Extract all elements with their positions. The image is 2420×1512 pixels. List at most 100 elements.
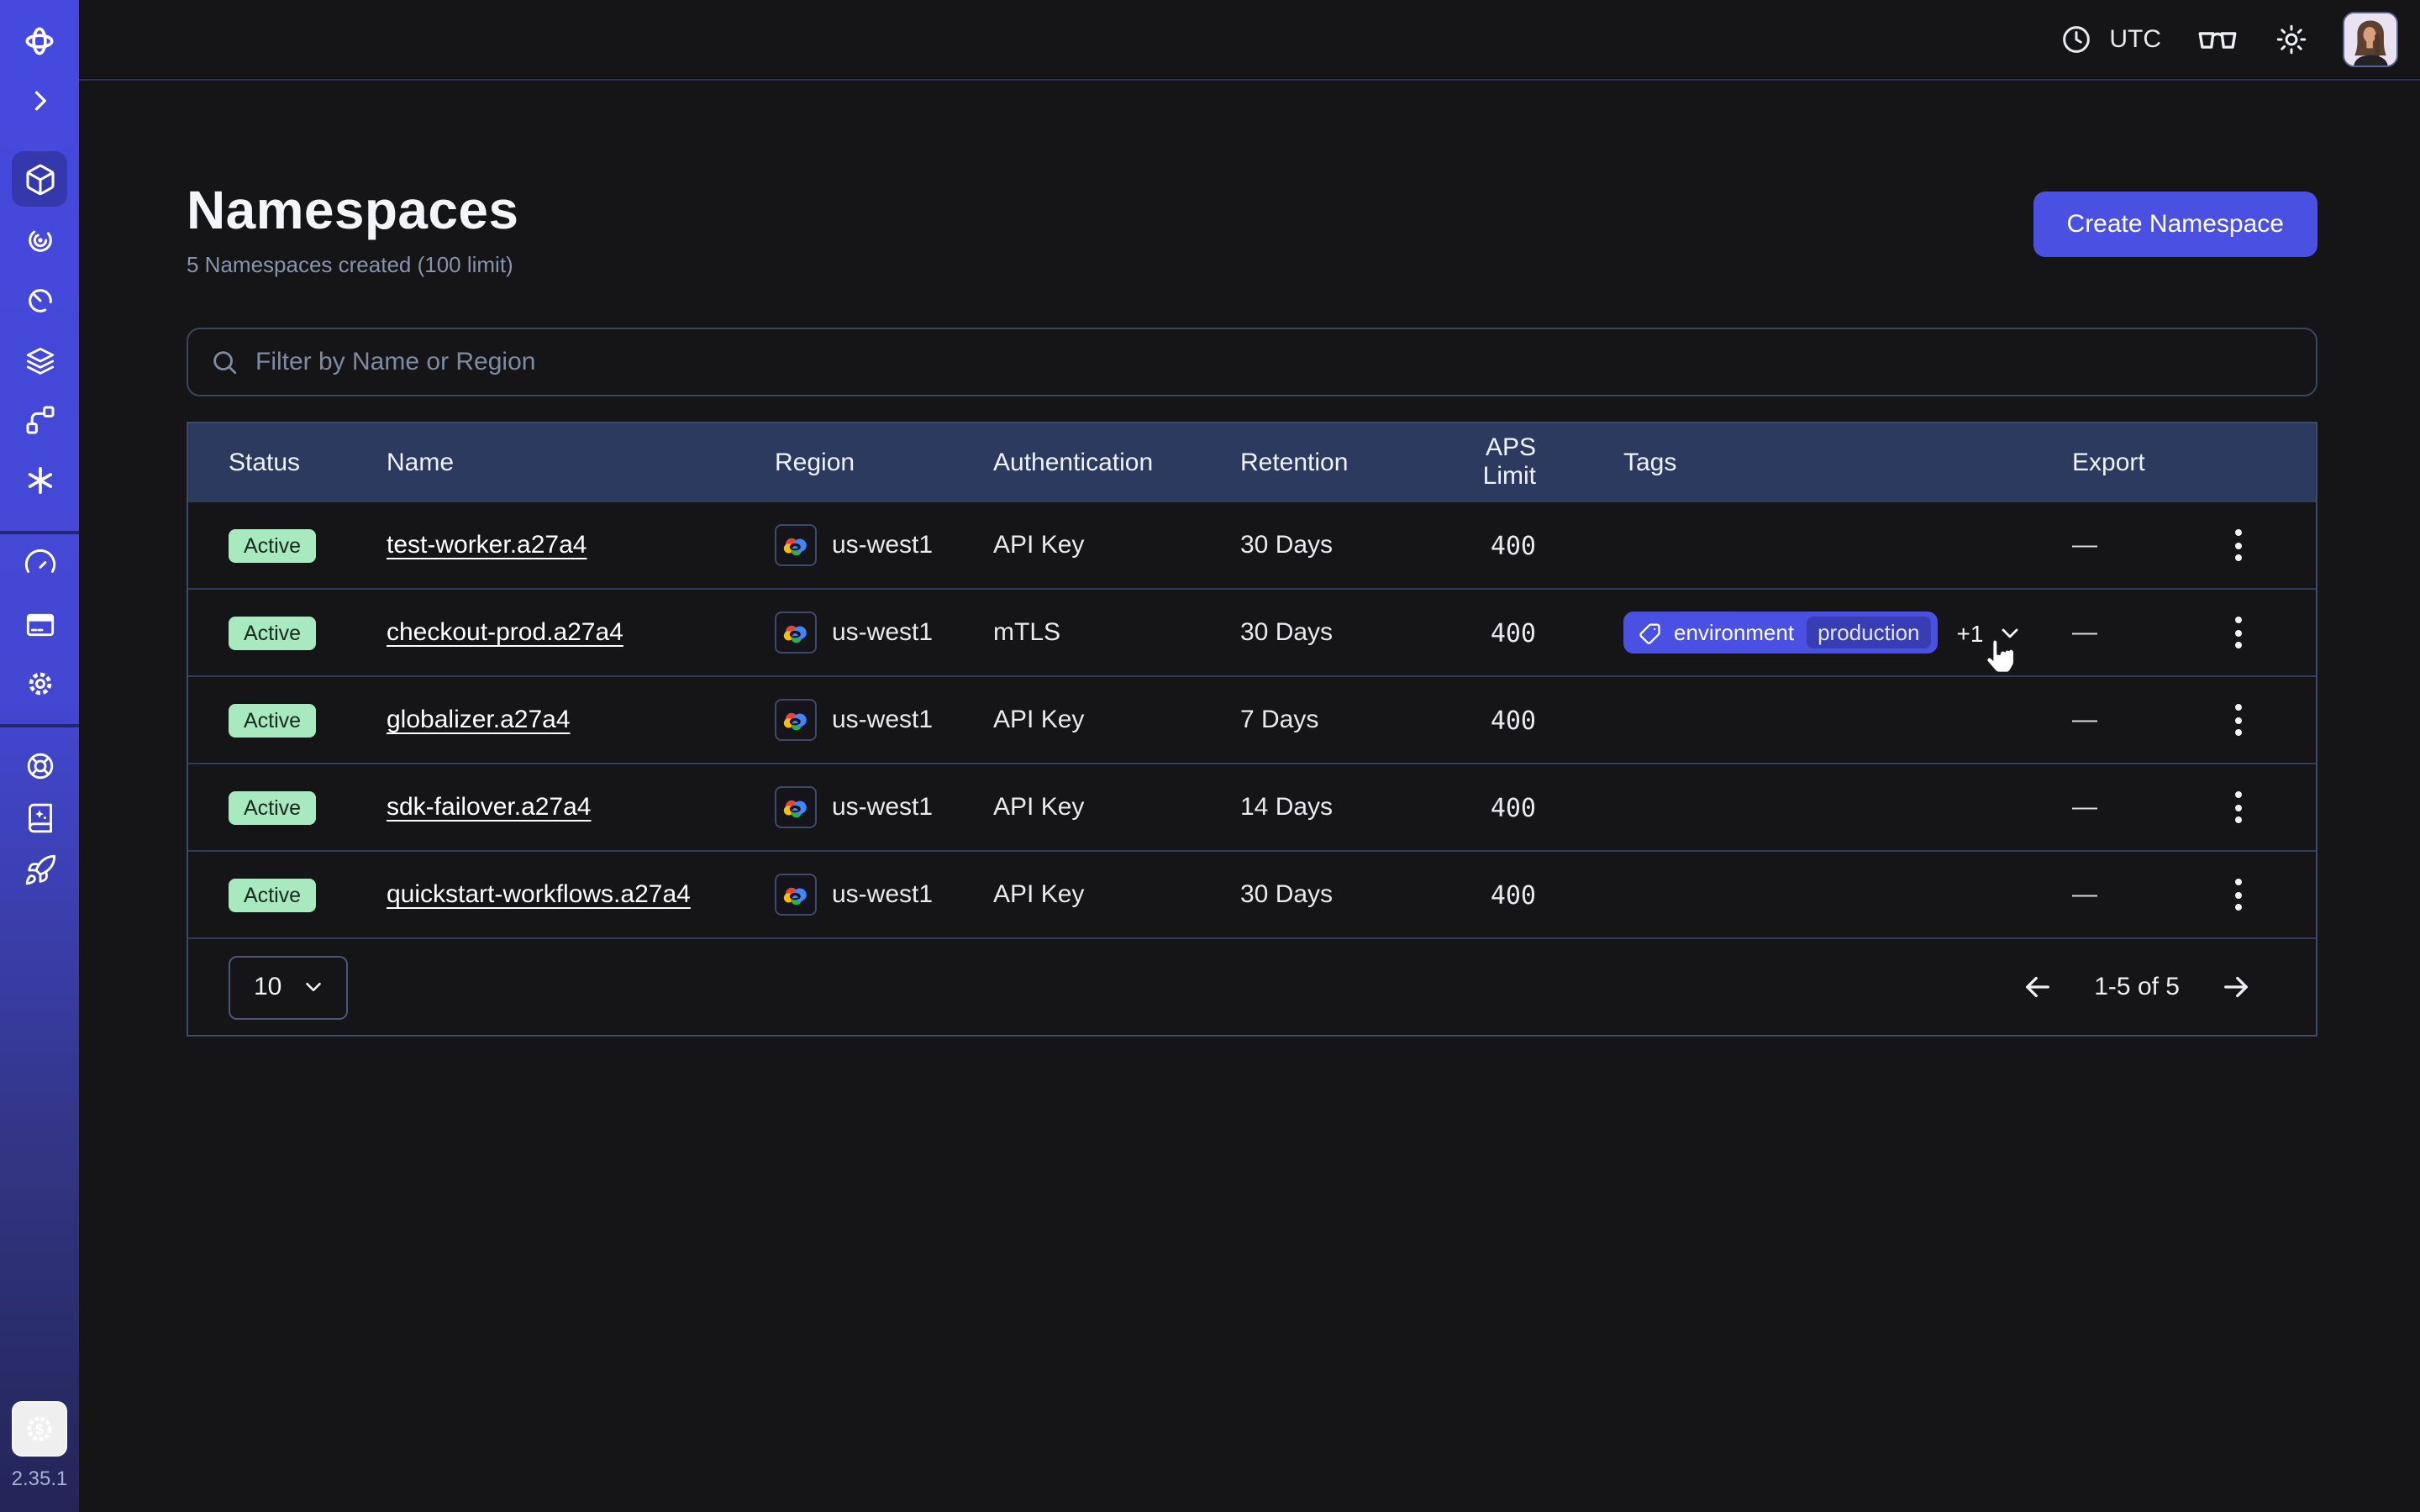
table-row[interactable]: Active checkout-prod.a27a4 us-west1 mTLS… xyxy=(188,588,2316,675)
theme-toggle-button[interactable] xyxy=(2274,22,2309,57)
status-cell: Active xyxy=(229,616,387,649)
aps-limit-cell: 400 xyxy=(1434,617,1623,648)
table-row[interactable]: Active test-worker.a27a4 us-west1 API Ke… xyxy=(188,501,2316,588)
table-row[interactable]: Active globalizer.a27a4 us-west1 API Key… xyxy=(188,675,2316,763)
avatar-image xyxy=(2344,13,2396,66)
sidebar-item-namespaces[interactable] xyxy=(12,151,67,207)
create-namespace-button[interactable]: Create Namespace xyxy=(2033,192,2317,257)
sun-icon xyxy=(2274,22,2309,57)
kebab-menu-button[interactable] xyxy=(2198,697,2279,743)
region-label: us-west1 xyxy=(832,706,933,734)
name-cell: test-worker.a27a4 xyxy=(387,531,775,559)
sidebar-item-monitors[interactable] xyxy=(21,222,58,259)
sidebar-item-schedules[interactable] xyxy=(21,282,58,319)
kebab-menu-button[interactable] xyxy=(2198,522,2279,568)
sidebar-item-batch[interactable] xyxy=(21,402,58,438)
sidebar-item-nexus[interactable] xyxy=(21,462,58,499)
retention-cell: 30 Days xyxy=(1240,531,1434,559)
status-cell: Active xyxy=(229,790,387,824)
usage-gauge-icon xyxy=(23,548,56,581)
filter-input[interactable] xyxy=(255,348,2294,376)
col-retention: Retention xyxy=(1240,448,1434,476)
prev-page-button[interactable] xyxy=(2020,969,2055,1005)
google-cloud-icon xyxy=(775,524,817,566)
region-label: us-west1 xyxy=(832,880,933,909)
sidebar-item-getting-started[interactable] xyxy=(21,852,58,889)
sidebar-item-billing[interactable] xyxy=(21,606,58,643)
name-cell: checkout-prod.a27a4 xyxy=(387,618,775,647)
actions-cell xyxy=(2198,697,2279,743)
kebab-menu-button[interactable] xyxy=(2198,785,2279,830)
tag-icon xyxy=(1639,621,1662,644)
table-row[interactable]: Active sdk-failover.a27a4 us-west1 API K… xyxy=(188,763,2316,850)
auth-cell: API Key xyxy=(993,531,1240,559)
tag-pill[interactable]: environment production xyxy=(1623,612,1939,654)
chevron-down-icon xyxy=(301,974,326,1000)
kebab-menu-button[interactable] xyxy=(2198,610,2279,655)
user-avatar[interactable] xyxy=(2343,12,2398,67)
pagination-range: 1-5 of 5 xyxy=(2094,973,2180,1001)
col-authentication: Authentication xyxy=(993,448,1240,476)
export-cell: — xyxy=(2072,793,2198,822)
google-cloud-icon xyxy=(775,874,817,916)
tag-key: environment xyxy=(1674,620,1794,645)
status-cell: Active xyxy=(229,703,387,737)
dollar-badge-icon: $ xyxy=(22,1411,57,1446)
namespace-link[interactable]: sdk-failover.a27a4 xyxy=(387,793,592,822)
actions-cell xyxy=(2198,785,2279,830)
google-cloud-icon xyxy=(775,699,817,741)
page-header: Namespaces 5 Namespaces created (100 lim… xyxy=(187,180,2317,277)
aps-limit-cell: 400 xyxy=(1434,705,1623,735)
expand-chevron-icon[interactable] xyxy=(21,82,58,119)
accessibility-glasses-button[interactable] xyxy=(2195,25,2240,54)
retention-cell: 30 Days xyxy=(1240,880,1434,909)
namespace-link[interactable]: quickstart-workflows.a27a4 xyxy=(387,880,691,909)
col-tags: Tags xyxy=(1623,448,2072,476)
namespace-link[interactable]: test-worker.a27a4 xyxy=(387,531,587,559)
sidebar: $ 2.35.1 xyxy=(0,0,79,1512)
page-size-select[interactable]: 10 xyxy=(229,955,348,1019)
aps-limit-cell: 400 xyxy=(1434,792,1623,822)
status-cell: Active xyxy=(229,878,387,911)
pricing-dollar-badge-button[interactable]: $ xyxy=(12,1401,67,1457)
sidebar-item-usage[interactable] xyxy=(21,546,58,583)
tag-value: production xyxy=(1806,617,1931,648)
glasses-icon xyxy=(2195,25,2240,54)
topbar: UTC xyxy=(79,0,2420,81)
aps-limit-cell: 400 xyxy=(1434,879,1623,910)
sidebar-item-deployments[interactable] xyxy=(21,343,58,380)
status-badge: Active xyxy=(229,616,316,649)
col-region: Region xyxy=(775,448,993,476)
arrow-left-icon xyxy=(2020,969,2055,1005)
col-status: Status xyxy=(229,448,387,476)
next-page-button[interactable] xyxy=(2218,969,2254,1005)
sidebar-item-settings[interactable] xyxy=(21,665,58,702)
namespace-link[interactable]: globalizer.a27a4 xyxy=(387,706,571,734)
region-label: us-west1 xyxy=(832,531,933,559)
table-body: Active test-worker.a27a4 us-west1 API Ke… xyxy=(188,501,2316,937)
support-lifebuoy-icon xyxy=(23,749,56,783)
region-label: us-west1 xyxy=(832,793,933,822)
sidebar-item-support[interactable] xyxy=(21,748,58,785)
actions-cell xyxy=(2198,522,2279,568)
timer-icon xyxy=(23,284,56,318)
status-cell: Active xyxy=(229,528,387,562)
retention-cell: 30 Days xyxy=(1240,618,1434,647)
orbit-eye-icon xyxy=(23,223,56,257)
sidebar-item-docs[interactable] xyxy=(21,800,58,837)
kebab-menu-button[interactable] xyxy=(2198,872,2279,917)
timezone-selector[interactable]: UTC xyxy=(2059,22,2161,57)
region-cell: us-west1 xyxy=(775,786,993,828)
region-cell: us-west1 xyxy=(775,874,993,916)
chevron-down-icon[interactable] xyxy=(1996,619,2023,646)
col-aps-limit: APS Limit xyxy=(1434,433,1623,491)
table-row[interactable]: Active quickstart-workflows.a27a4 us-wes… xyxy=(188,850,2316,937)
auth-cell: API Key xyxy=(993,880,1240,909)
nexus-asterisk-icon xyxy=(23,464,56,497)
export-cell: — xyxy=(2072,706,2198,734)
namespaces-table: Status Name Region Authentication Retent… xyxy=(187,422,2317,1037)
google-cloud-icon xyxy=(775,612,817,654)
export-cell: — xyxy=(2072,880,2198,909)
namespace-link[interactable]: checkout-prod.a27a4 xyxy=(387,618,623,647)
col-name: Name xyxy=(387,448,775,476)
